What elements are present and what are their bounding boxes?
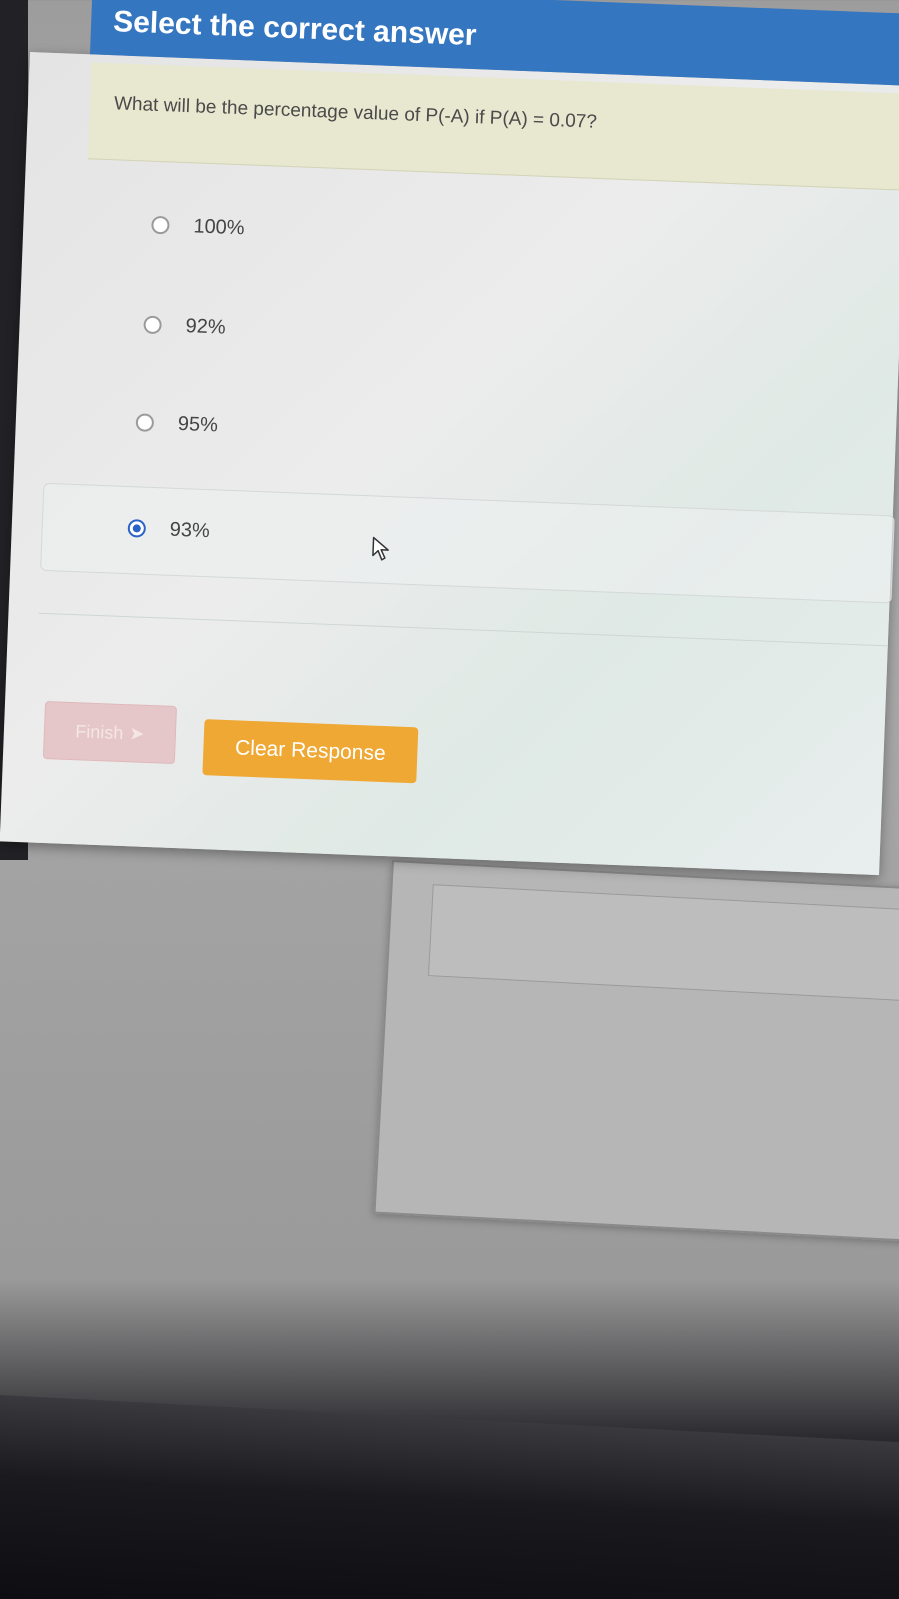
question-text: What will be the percentage value of P(-…	[113, 93, 598, 133]
option-label-92: 92%	[185, 314, 227, 339]
arrow-right-icon: ➤	[129, 722, 145, 744]
header-title: Select the correct answer	[112, 5, 478, 53]
background-panel	[373, 860, 899, 1244]
screen-bottom-bezel	[0, 1395, 899, 1599]
background-panel-box	[427, 884, 899, 1004]
option-100[interactable]: 100%	[151, 205, 246, 249]
finish-label: Finish	[75, 720, 124, 743]
option-93[interactable]: 93%	[127, 508, 211, 551]
radio-button-100[interactable]	[151, 215, 170, 235]
quiz-window: What will be the percentage value of P(-…	[0, 0, 899, 893]
question-box: What will be the percentage value of P(-…	[87, 62, 899, 191]
option-92[interactable]: 92%	[143, 305, 227, 348]
options-divider	[38, 612, 888, 647]
clear-response-label: Clear Response	[234, 736, 387, 766]
option-label-93: 93%	[169, 518, 211, 542]
option-label-95: 95%	[177, 412, 219, 436]
radio-button-93-selected[interactable]	[127, 519, 147, 538]
question-card: What will be the percentage value of P(-…	[0, 51, 899, 876]
clear-response-button[interactable]: Clear Response	[202, 719, 419, 784]
mouse-pointer-icon	[371, 535, 394, 567]
option-label-100: 100%	[193, 214, 245, 239]
option-95[interactable]: 95%	[135, 402, 219, 445]
finish-button[interactable]: Finish ➤	[42, 701, 178, 765]
radio-button-95[interactable]	[135, 413, 155, 432]
radio-button-92[interactable]	[143, 315, 162, 335]
